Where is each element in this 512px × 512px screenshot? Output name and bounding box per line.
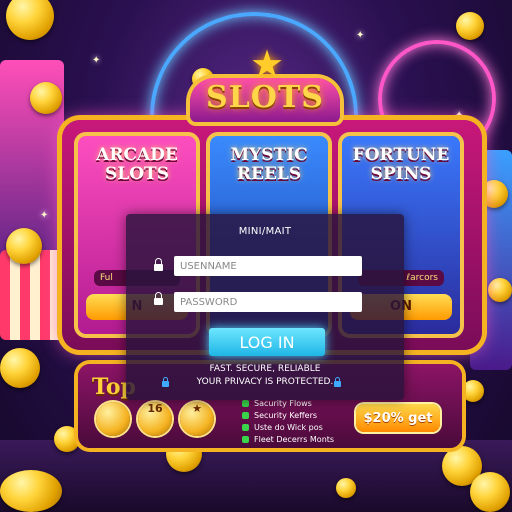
reel-title: ARCADE SLOTS	[74, 146, 200, 184]
reel-title-line-1: MYSTIC	[230, 145, 308, 165]
gold-coin-icon	[456, 12, 484, 40]
reel-title: FORTUNE SPINS	[338, 146, 464, 184]
username-input[interactable]	[174, 256, 362, 276]
tagline-privacy: YOUR PRIVACY IS PROTECTED.	[126, 377, 404, 387]
gold-coin-icon	[336, 478, 356, 498]
feature-item: Security Keffers	[242, 410, 334, 422]
lock-icon	[154, 292, 163, 305]
reel-title-line-2: SLOTS	[105, 164, 169, 184]
login-button[interactable]: LOG IN	[209, 328, 325, 356]
star-badge-icon: ★	[180, 402, 214, 436]
badge-16: 16	[138, 402, 172, 436]
gold-coin-icon	[462, 380, 484, 402]
gold-coin-icon	[470, 472, 510, 512]
lock-icon	[162, 377, 169, 387]
chip-badge-icon	[96, 402, 130, 436]
feature-item: Uste do Wick pos	[242, 422, 334, 434]
tagline-fast-secure: FAST. SECURE, RELIABLE	[209, 364, 321, 374]
reel-title-line-1: FORTUNE	[352, 145, 450, 165]
lock-icon	[154, 258, 163, 271]
floor	[0, 440, 512, 512]
gold-coin-icon	[6, 228, 42, 264]
feature-list: Sacurity Flows Security Keffers Uste do …	[242, 398, 334, 446]
gold-coin-icon	[54, 426, 80, 452]
reel-title-line-2: SPINS	[370, 164, 432, 184]
reel-title-line-2: REELS	[236, 164, 302, 184]
login-title: MINI/MAIT	[238, 226, 292, 237]
gold-coin-icon	[480, 180, 508, 208]
carnival-booth-left-2	[0, 250, 70, 340]
reel-title-line-1: ARCADE	[96, 145, 178, 165]
sparkle-icon: ✦	[40, 210, 49, 221]
sparkle-icon: ✦	[356, 30, 365, 41]
password-input[interactable]	[174, 292, 362, 312]
reel-title: MYSTIC REELS	[206, 146, 332, 184]
gold-coin-icon	[0, 470, 62, 512]
sparkle-icon: ✦	[92, 55, 101, 66]
check-icon	[242, 412, 249, 419]
check-icon	[242, 424, 249, 431]
gold-coin-icon	[488, 278, 512, 302]
check-icon	[242, 436, 249, 443]
feature-item: Fleet Decerrs Monts	[242, 434, 334, 446]
gold-coin-icon	[30, 82, 62, 114]
gold-coin-icon	[6, 0, 54, 40]
tagline-privacy-text: YOUR PRIVACY IS PROTECTED.	[196, 377, 334, 387]
check-icon	[242, 400, 249, 407]
gold-coin-icon	[0, 348, 40, 388]
lock-icon	[334, 377, 341, 387]
promo-get-button[interactable]: $20% get	[356, 404, 440, 432]
slots-logo: SLOTS	[206, 80, 324, 115]
